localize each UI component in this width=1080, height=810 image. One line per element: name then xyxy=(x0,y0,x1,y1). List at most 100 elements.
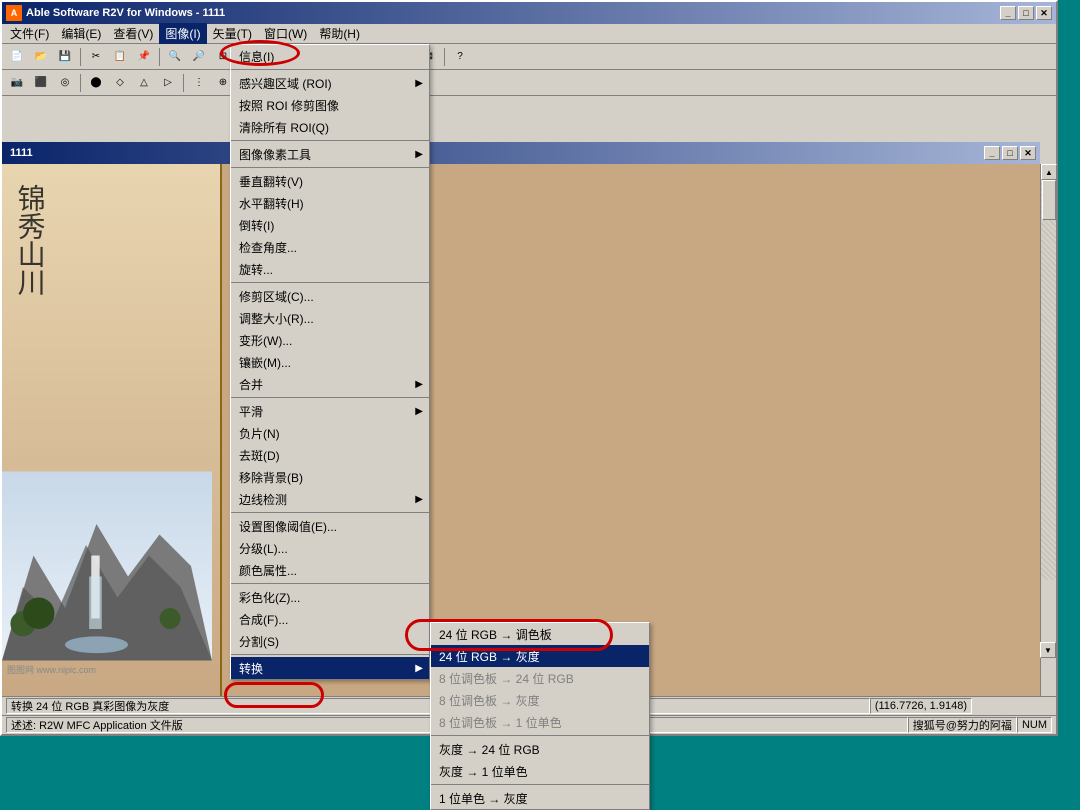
copy-btn[interactable]: 📋 xyxy=(109,46,131,68)
paste-btn[interactable]: 📌 xyxy=(133,46,155,68)
row2-btn5[interactable]: ◇ xyxy=(109,72,131,94)
convert-submenu: 24 位 RGB → 调色板 24 位 RGB → 灰度 8 位调色板 → 24… xyxy=(430,622,650,810)
menu-item-mosaic[interactable]: 镶嵌(M)... xyxy=(231,351,429,373)
convert-gray-24rgb[interactable]: 灰度 → 24 位 RGB xyxy=(431,738,649,760)
convert-gray-1bit[interactable]: 灰度 → 1 位单色 xyxy=(431,760,649,782)
sep6 xyxy=(80,74,81,92)
app-window: A Able Software R2V for Windows - 1111 _… xyxy=(0,0,1058,736)
menu-help[interactable]: 帮助(H) xyxy=(313,23,366,44)
menu-window[interactable]: 窗口(W) xyxy=(258,23,313,44)
menu-sep-4 xyxy=(231,282,429,283)
menu-item-roi-crop[interactable]: 按照 ROI 修剪图像 xyxy=(231,94,429,116)
menu-measure[interactable]: 矢量(T) xyxy=(207,23,258,44)
menu-item-despeckle[interactable]: 去斑(D) xyxy=(231,444,429,466)
help-btn[interactable]: ? xyxy=(449,46,471,68)
zoom-in-btn[interactable]: 🔍 xyxy=(164,46,186,68)
cut-btn[interactable]: ✂ xyxy=(85,46,107,68)
menu-item-gradation[interactable]: 分级(L)... xyxy=(231,537,429,559)
zoom-out-btn[interactable]: 🔎 xyxy=(188,46,210,68)
menu-sep-1 xyxy=(231,69,429,70)
menu-item-invert[interactable]: 倒转(I) xyxy=(231,214,429,236)
menu-file[interactable]: 文件(F) xyxy=(4,23,55,44)
row2-btn1[interactable]: 📷 xyxy=(6,72,28,94)
menu-sep-2 xyxy=(231,140,429,141)
toolbar-row2: 📷 ⬛ ◎ ⬤ ◇ △ ▷ ⋮ ⊕ ⊗ ▼ ≡ ▤ xyxy=(2,70,1056,96)
status-num: NUM xyxy=(1017,717,1052,733)
scroll-thumb[interactable] xyxy=(1042,180,1056,220)
row2-btn4[interactable]: ⬤ xyxy=(85,72,107,94)
menu-item-edge[interactable]: 边线检测▶ xyxy=(231,488,429,510)
scroll-up-btn[interactable]: ▲ xyxy=(1041,164,1057,180)
title-bar-left: A Able Software R2V for Windows - 1111 xyxy=(6,5,225,21)
sub-close[interactable]: ✕ xyxy=(1020,146,1036,160)
convert-24rgb-palette[interactable]: 24 位 RGB → 调色板 xyxy=(431,623,649,645)
convert-1bit-gray[interactable]: 1 位单色 → 灰度 xyxy=(431,787,649,809)
status-coordinates: (116.7726, 1.9148) xyxy=(870,698,972,714)
image-area: 锦秀山川 xyxy=(2,164,1040,696)
menu-item-convert[interactable]: 转换▶ xyxy=(231,657,429,679)
menu-image[interactable]: 图像(I) xyxy=(159,23,206,44)
menu-item-remove-bg[interactable]: 移除背景(B) xyxy=(231,466,429,488)
row2-btn7[interactable]: ▷ xyxy=(157,72,179,94)
minimize-button[interactable]: _ xyxy=(1000,6,1016,20)
title-bar-buttons: _ □ ✕ xyxy=(1000,6,1052,20)
row2-btn6[interactable]: △ xyxy=(133,72,155,94)
scroll-down-btn[interactable]: ▼ xyxy=(1040,642,1056,658)
menu-item-info[interactable]: 信息(I) xyxy=(231,45,429,67)
menu-item-color-prop[interactable]: 颜色属性... xyxy=(231,559,429,581)
sep7 xyxy=(183,74,184,92)
menu-item-colorize[interactable]: 彩色化(Z)... xyxy=(231,586,429,608)
sub-title-buttons: _ □ ✕ xyxy=(984,146,1036,160)
convert-8palette-gray[interactable]: 8 位调色板 → 灰度 xyxy=(431,689,649,711)
close-button[interactable]: ✕ xyxy=(1036,6,1052,20)
left-watermark: 图图网 www.nipic.com xyxy=(7,663,96,676)
maximize-button[interactable]: □ xyxy=(1018,6,1034,20)
menu-sep-8 xyxy=(231,654,429,655)
menu-view[interactable]: 查看(V) xyxy=(107,23,159,44)
menu-item-roi[interactable]: 感兴趣区域 (ROI)▶ xyxy=(231,72,429,94)
app-title: Able Software R2V for Windows - 1111 xyxy=(26,7,225,19)
scrollbar-vertical[interactable]: ▲ ▼ xyxy=(1040,164,1056,696)
waterfall-svg xyxy=(2,466,212,666)
left-painting: 锦秀山川 xyxy=(2,164,222,696)
calligraphy-text: 锦秀山川 xyxy=(12,184,46,296)
sep1 xyxy=(80,48,81,66)
menu-item-clear-roi[interactable]: 清除所有 ROI(Q) xyxy=(231,116,429,138)
menu-item-rotate[interactable]: 旋转... xyxy=(231,258,429,280)
menu-item-split[interactable]: 分割(S) xyxy=(231,630,429,652)
menu-item-merge[interactable]: 合并▶ xyxy=(231,373,429,395)
new-btn[interactable]: 📄 xyxy=(6,46,28,68)
menu-item-flip-h[interactable]: 水平翻转(H) xyxy=(231,192,429,214)
sub-minimize[interactable]: _ xyxy=(984,146,1000,160)
sub-window-titlebar: 1111 _ □ ✕ xyxy=(2,142,1040,164)
sep5 xyxy=(444,48,445,66)
menu-item-resize[interactable]: 调整大小(R)... xyxy=(231,307,429,329)
menu-item-transform[interactable]: 变形(W)... xyxy=(231,329,429,351)
toolbar-row1: 📄 📂 💾 ✂ 📋 📌 🔍 🔎 ⊞ ↖ ✏ ⬚ ▦ ▣ ⊡ ⊟ ⊠ ? xyxy=(2,44,1056,70)
menu-item-check-angle[interactable]: 检查角度... xyxy=(231,236,429,258)
row2-btn3[interactable]: ◎ xyxy=(54,72,76,94)
row2-btn8[interactable]: ⋮ xyxy=(188,72,210,94)
menu-item-composite[interactable]: 合成(F)... xyxy=(231,608,429,630)
menu-item-smooth[interactable]: 平滑▶ xyxy=(231,400,429,422)
menu-bar: 文件(F) 编辑(E) 查看(V) 图像(I) 矢量(T) 窗口(W) 帮助(H… xyxy=(2,24,1056,44)
app-icon: A xyxy=(6,5,22,21)
convert-8palette-24rgb[interactable]: 8 位调色板 → 24 位 RGB xyxy=(431,667,649,689)
open-btn[interactable]: 📂 xyxy=(30,46,52,68)
convert-8palette-1bit[interactable]: 8 位调色板 → 1 位单色 xyxy=(431,711,649,733)
status-brand: 搜狐号@努力的阿福 xyxy=(908,717,1017,733)
title-bar: A Able Software R2V for Windows - 1111 _… xyxy=(2,2,1056,24)
menu-item-flip-v[interactable]: 垂直翻转(V) xyxy=(231,170,429,192)
menu-item-threshold[interactable]: 设置图像阈值(E)... xyxy=(231,515,429,537)
menu-edit[interactable]: 编辑(E) xyxy=(55,23,107,44)
save-btn[interactable]: 💾 xyxy=(54,46,76,68)
menu-sep-7 xyxy=(231,583,429,584)
menu-item-crop[interactable]: 修剪区域(C)... xyxy=(231,285,429,307)
row2-btn2[interactable]: ⬛ xyxy=(30,72,52,94)
convert-24rgb-gray[interactable]: 24 位 RGB → 灰度 xyxy=(431,645,649,667)
image-dropdown-menu: 信息(I) 感兴趣区域 (ROI)▶ 按照 ROI 修剪图像 清除所有 ROI(… xyxy=(230,44,430,680)
sub-maximize[interactable]: □ xyxy=(1002,146,1018,160)
menu-item-pixel-tools[interactable]: 图像像素工具▶ xyxy=(231,143,429,165)
sep2 xyxy=(159,48,160,66)
menu-item-negative[interactable]: 负片(N) xyxy=(231,422,429,444)
